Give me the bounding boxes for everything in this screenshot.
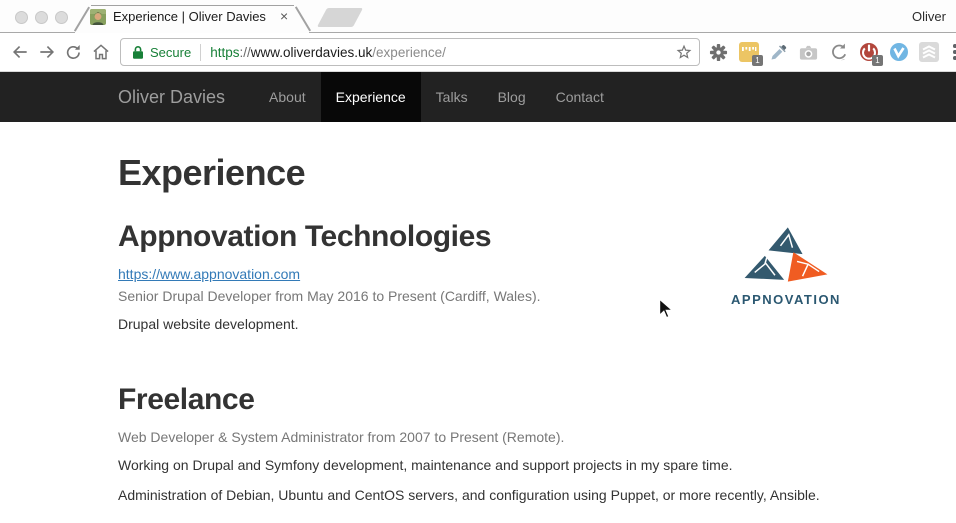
ruler-extension-icon[interactable]: 1 (738, 42, 759, 63)
site-navbar: Oliver Davies About Experience Talks Blo… (0, 72, 956, 122)
appnovation-logo-text: APPNOVATION (728, 292, 844, 307)
section-paragraph: Drupal website development. (118, 316, 838, 332)
stacked-layers-extension-icon[interactable] (918, 42, 939, 63)
camera-extension-icon[interactable] (798, 42, 819, 63)
bookmark-star-icon[interactable] (675, 43, 693, 61)
role-meta: Web Developer & System Administrator fro… (118, 429, 838, 445)
back-icon (10, 42, 30, 62)
section-paragraph: Working on Drupal and Symfony developmen… (118, 457, 838, 473)
forward-button[interactable] (33, 39, 60, 66)
appnovation-logo: APPNOVATION (728, 226, 844, 307)
nav-item-talks[interactable]: Talks (421, 72, 483, 122)
reload-button[interactable] (60, 39, 87, 66)
url-text: https://www.oliverdavies.uk/experience/ (210, 45, 446, 60)
browser-window: Experience | Oliver Davies × Oliver Secu… (0, 0, 956, 523)
secure-lock-icon (132, 45, 144, 60)
address-bar[interactable]: Secure https://www.oliverdavies.uk/exper… (120, 38, 700, 66)
nav-item-about[interactable]: About (254, 72, 321, 122)
forward-icon (37, 42, 57, 62)
home-button[interactable] (87, 39, 114, 66)
extension-badge: 1 (872, 55, 883, 66)
back-button[interactable] (6, 39, 33, 66)
blocker-power-extension-icon[interactable]: 1 (858, 42, 879, 63)
nav-item-experience[interactable]: Experience (321, 72, 421, 122)
eyedropper-extension-icon[interactable] (768, 42, 789, 63)
tab-close-icon[interactable]: × (280, 8, 288, 24)
browser-toolbar: Secure https://www.oliverdavies.uk/exper… (0, 33, 956, 72)
appnovation-link[interactable]: https://www.appnovation.com (118, 266, 300, 282)
extension-icons: 1 1 (708, 42, 939, 63)
nav-item-contact[interactable]: Contact (541, 72, 619, 122)
close-window-button[interactable] (15, 11, 28, 24)
tab-favicon-photo (90, 9, 106, 25)
site-nav: About Experience Talks Blog Contact (254, 72, 619, 122)
sync-arrows-extension-icon[interactable] (828, 42, 849, 63)
secure-label: Secure (150, 45, 191, 60)
page-content: Experience Appnovation Technologies http… (0, 152, 956, 503)
browser-profile-name[interactable]: Oliver (912, 9, 946, 24)
nav-item-blog[interactable]: Blog (483, 72, 541, 122)
section-heading: Freelance (118, 383, 838, 417)
section-appnovation: Appnovation Technologies https://www.app… (118, 220, 838, 332)
omnibox-divider (200, 44, 201, 61)
appnovation-triangle-logo (740, 226, 832, 284)
zoom-window-button[interactable] (55, 11, 68, 24)
tab-strip: Experience | Oliver Davies × Oliver (0, 0, 956, 33)
page-title: Experience (118, 152, 838, 194)
settings-gear-icon[interactable] (708, 42, 729, 63)
reload-icon (64, 43, 83, 62)
home-icon (91, 42, 111, 62)
extension-badge: 1 (752, 55, 763, 66)
new-tab-button[interactable] (317, 8, 363, 27)
section-freelance: Freelance Web Developer & System Adminis… (118, 383, 838, 503)
window-controls (15, 11, 68, 24)
minimize-window-button[interactable] (35, 11, 48, 24)
browser-menu-icon[interactable] (947, 44, 956, 60)
tab-title: Experience | Oliver Davies (113, 9, 266, 24)
section-paragraph: Administration of Debian, Ubuntu and Cen… (118, 487, 838, 503)
site-brand[interactable]: Oliver Davies (118, 72, 240, 122)
blue-v-extension-icon[interactable] (888, 42, 909, 63)
